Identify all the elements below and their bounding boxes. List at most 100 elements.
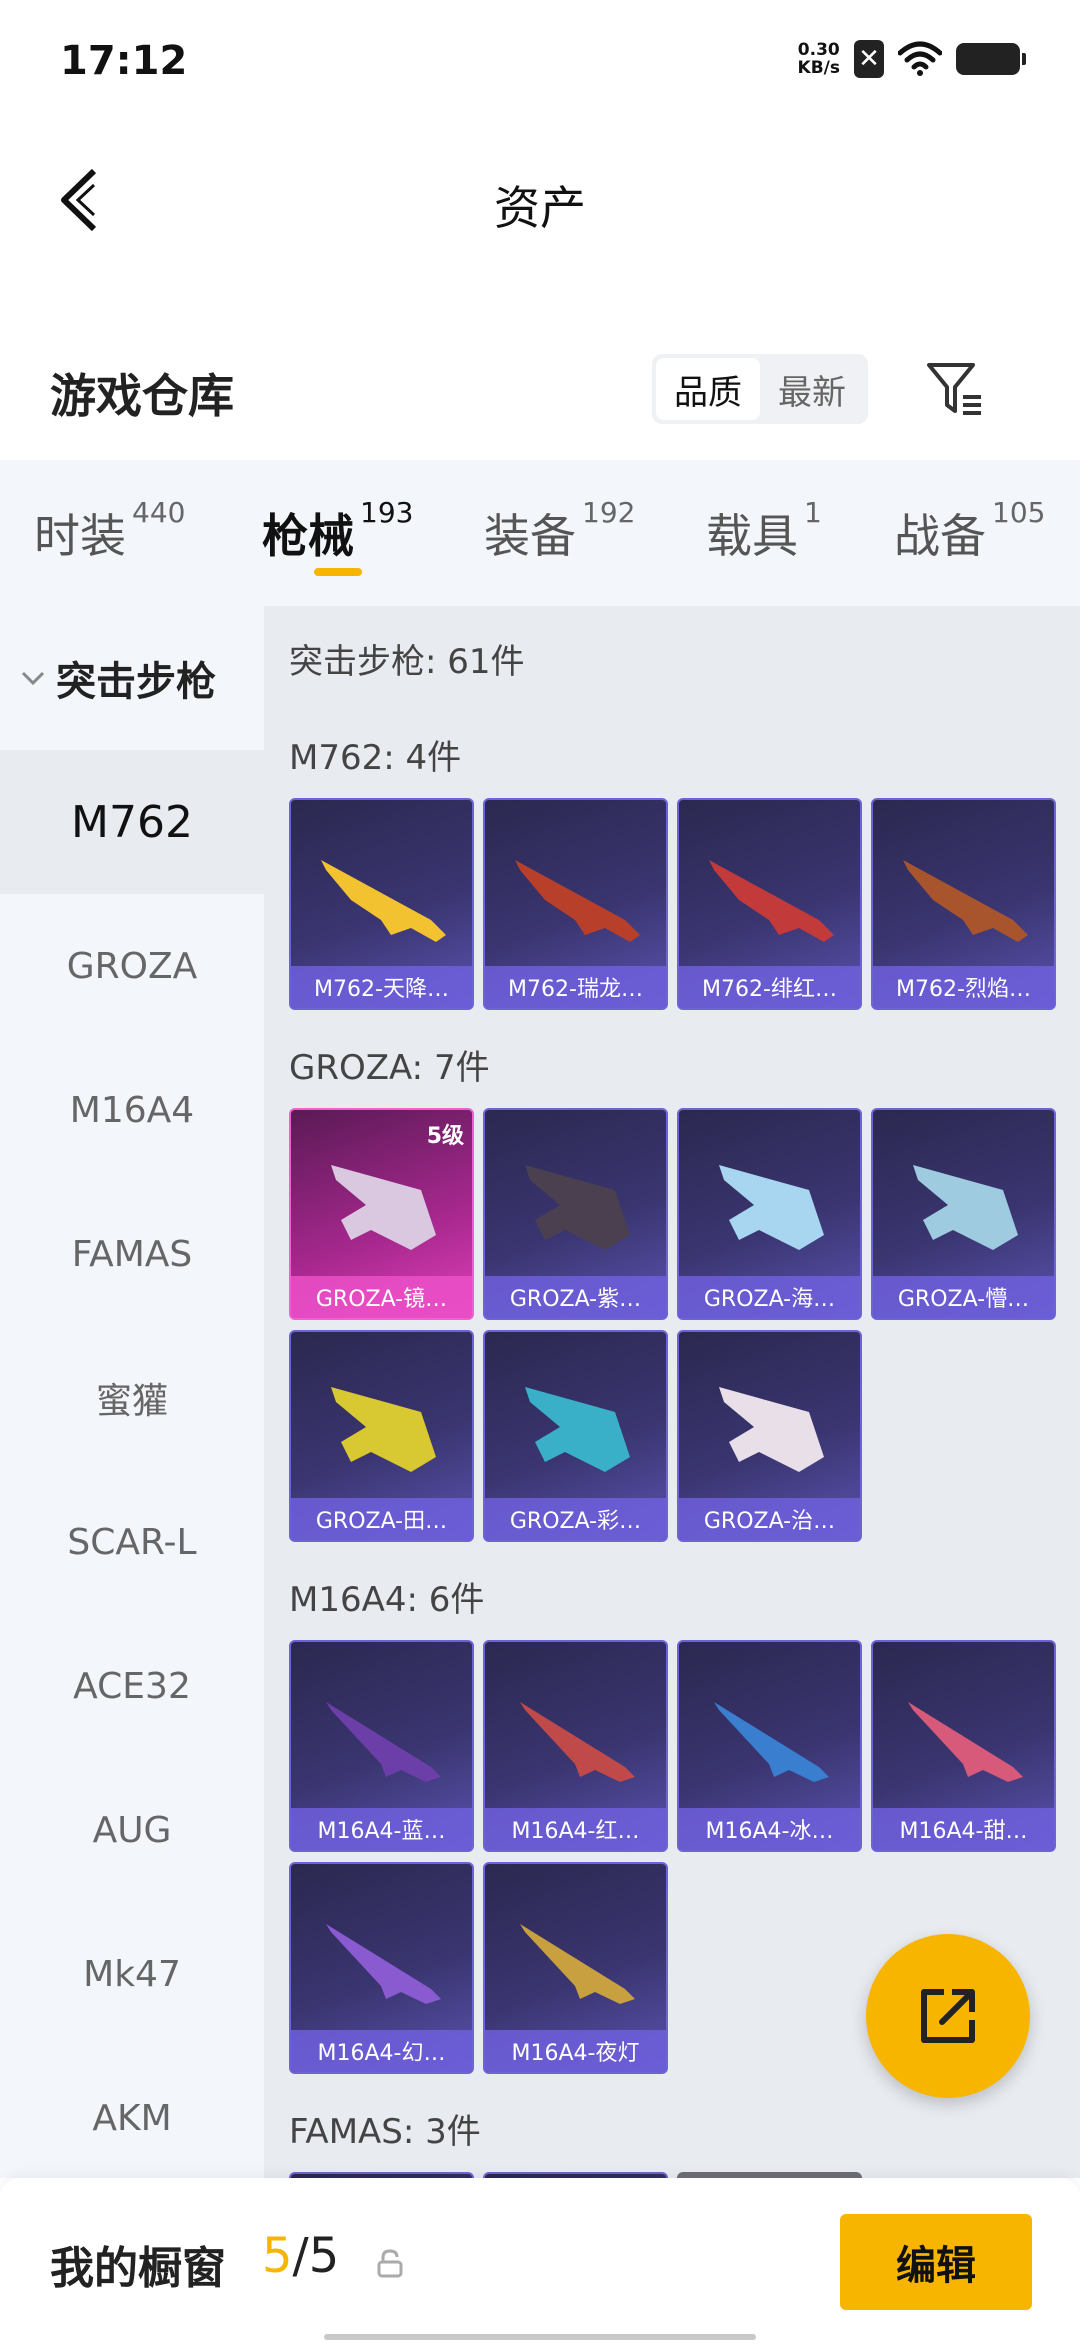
showcase-label: 我的橱窗 <box>50 2243 226 2294</box>
weapon-image <box>326 1924 441 2004</box>
warehouse-header: 游戏仓库 品质 最新 <box>0 340 1080 440</box>
wifi-icon <box>898 41 942 76</box>
page-title: 资产 <box>494 181 586 235</box>
weapon-image <box>714 1702 829 1782</box>
weapon-label: M16A4-甜… <box>873 1808 1054 1850</box>
weapon-image <box>903 860 1028 942</box>
sidebar-item-honey-badger[interactable]: 蜜獾 <box>0 1326 264 1470</box>
sim-off-icon: ✕ <box>854 40 884 78</box>
sidebar-item-famas[interactable]: FAMAS <box>0 1182 264 1326</box>
share-button[interactable] <box>866 1934 1030 2098</box>
tab-label: 载具 <box>706 509 798 563</box>
weapon-card[interactable]: M16A4-夜灯 <box>483 1862 668 2074</box>
showcase-separator: / <box>292 2228 309 2284</box>
weapon-card[interactable]: GROZA-彩… <box>483 1330 668 1542</box>
weapon-card[interactable]: 5级 GROZA-镜… <box>289 1108 474 1320</box>
weapon-label: M762-烈焰… <box>873 966 1054 1008</box>
weapon-label: M16A4-蓝… <box>291 1808 472 1850</box>
weapon-label: M16A4-夜灯 <box>485 2030 666 2072</box>
sidebar-item-akm[interactable]: AKM <box>0 2046 264 2178</box>
sidebar-item-groza[interactable]: GROZA <box>0 894 264 1038</box>
network-speed: 0.30 KB/s <box>798 41 840 77</box>
weapon-label: GROZA-紫… <box>485 1276 666 1318</box>
weapon-label: GROZA-懵… <box>873 1276 1054 1318</box>
lock-icon <box>377 2249 403 2278</box>
showcase-total: 5 <box>308 2228 340 2284</box>
weapon-image <box>525 1387 630 1472</box>
weapon-image <box>525 1165 630 1250</box>
weapon-image <box>326 1702 441 1782</box>
tab-count: 105 <box>992 496 1046 529</box>
weapon-card[interactable]: M16A4-红… <box>483 1640 668 1852</box>
sidebar-item-scar-l[interactable]: SCAR-L <box>0 1470 264 1614</box>
weapon-image <box>520 1924 635 2004</box>
weapon-card[interactable]: GROZA-田… <box>289 1330 474 1542</box>
weapon-card[interactable]: M762-烈焰… <box>871 798 1056 1010</box>
weapon-level-badge: 5级 <box>426 1124 464 1149</box>
weapon-label: GROZA-彩… <box>485 1498 666 1540</box>
tab-weapons[interactable]: 枪械 193 <box>262 496 413 566</box>
sidebar-item-ace32[interactable]: ACE32 <box>0 1614 264 1758</box>
category-title-famas: FAMAS: 3件 <box>289 2112 481 2152</box>
category-title-m16a4: M16A4: 6件 <box>289 1580 485 1620</box>
weapon-card[interactable]: M16A4-蓝… <box>289 1640 474 1852</box>
warehouse-title: 游戏仓库 <box>50 369 234 423</box>
weapon-card[interactable]: M16A4-幻… <box>289 1862 474 2074</box>
weapon-label: GROZA-海… <box>679 1276 860 1318</box>
weapon-label: M16A4-冰… <box>679 1808 860 1850</box>
battery-icon <box>956 43 1026 75</box>
weapon-image <box>719 1387 824 1472</box>
network-speed-value: 0.30 <box>797 40 840 60</box>
tab-count: 440 <box>132 496 186 529</box>
weapon-card[interactable]: M762-瑞龙… <box>483 798 668 1010</box>
tab-label: 枪械 <box>262 509 354 563</box>
weapon-label: M762-天降… <box>291 966 472 1008</box>
tab-equipment[interactable]: 装备 192 <box>484 496 635 566</box>
sidebar-item-aug[interactable]: AUG <box>0 1758 264 1902</box>
share-external-icon <box>921 1989 975 2043</box>
category-summary: 突击步枪: 61件 <box>289 642 525 682</box>
weapon-card[interactable]: GROZA-治… <box>677 1330 862 1542</box>
filter-button[interactable] <box>920 354 990 424</box>
weapon-card[interactable]: GROZA-懵… <box>871 1108 1056 1320</box>
sort-toggle: 品质 最新 <box>652 354 868 424</box>
tab-fashion[interactable]: 时装 440 <box>34 496 185 566</box>
sidebar-group-label: 突击步枪 <box>56 659 216 705</box>
weapon-image <box>520 1702 635 1782</box>
sidebar-group-assault-rifle[interactable]: 突击步枪 <box>0 606 264 750</box>
sidebar-item-mk47[interactable]: Mk47 <box>0 1902 264 2046</box>
tab-label: 战备 <box>894 509 986 563</box>
chevron-down-icon <box>21 671 45 686</box>
weapon-card[interactable]: M16A4-冰… <box>677 1640 862 1852</box>
weapon-card[interactable]: M762-天降… <box>289 798 474 1010</box>
status-icons: 0.30 KB/s ✕ <box>798 40 1026 78</box>
showcase-bar: 我的橱窗 5/5 编辑 <box>0 2178 1080 2344</box>
weapon-image <box>913 1165 1018 1250</box>
sort-quality-option[interactable]: 品质 <box>656 358 760 420</box>
sidebar-item-m16a4[interactable]: M16A4 <box>0 1038 264 1182</box>
weapon-card[interactable]: M762-绯红… <box>677 798 862 1010</box>
category-tabs: 时装 440 枪械 193 装备 192 载具 1 战备 105 <box>0 460 1080 606</box>
weapon-card[interactable]: GROZA-紫… <box>483 1108 668 1320</box>
tab-supplies[interactable]: 战备 105 <box>894 496 1045 566</box>
weapon-image <box>719 1165 824 1250</box>
showcase-current: 5 <box>262 2228 293 2284</box>
status-bar: 17:12 0.30 KB/s ✕ <box>0 0 1080 120</box>
weapon-sidebar: 突击步枪 M762 GROZA M16A4 FAMAS 蜜獾 SCAR-L AC… <box>0 606 264 2178</box>
tab-label: 装备 <box>484 509 576 563</box>
weapon-label: M16A4-红… <box>485 1808 666 1850</box>
weapon-label: M762-绯红… <box>679 966 860 1008</box>
weapon-card[interactable]: GROZA-海… <box>677 1108 862 1320</box>
weapon-image <box>908 1702 1023 1782</box>
home-indicator[interactable] <box>324 2334 756 2340</box>
weapon-label: M762-瑞龙… <box>485 966 666 1008</box>
weapon-image <box>709 860 834 942</box>
edit-button[interactable]: 编辑 <box>840 2214 1032 2310</box>
weapon-image <box>331 1165 436 1250</box>
category-title-groza: GROZA: 7件 <box>289 1048 490 1088</box>
sidebar-item-m762[interactable]: M762 <box>0 750 264 894</box>
weapon-image <box>321 860 446 942</box>
sort-newest-option[interactable]: 最新 <box>760 358 864 420</box>
weapon-card[interactable]: M16A4-甜… <box>871 1640 1056 1852</box>
tab-vehicles[interactable]: 载具 1 <box>706 496 822 566</box>
